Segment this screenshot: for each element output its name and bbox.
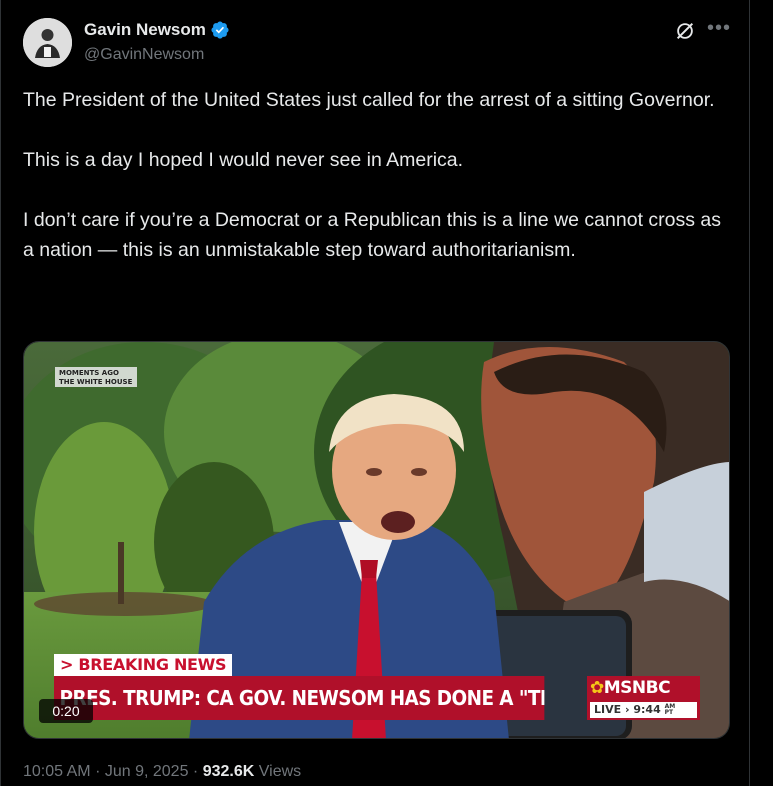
video-duration: 0:20 [39,699,93,723]
more-icon[interactable]: ••• [707,18,731,43]
grok-icon[interactable] [674,20,696,42]
live-time: 9:44 [633,703,661,716]
video-player[interactable]: MOMENTS AGO THE WHITE HOUSE > BREAKING N… [23,341,730,739]
live-indicator: LIVE › 9:44 AM PT [590,702,697,718]
network-name: MSNBC [603,678,671,698]
author-name[interactable]: Gavin Newsom [84,20,206,40]
location-tag-line: THE WHITE HOUSE [59,377,133,386]
author-handle[interactable]: @GavinNewsom [84,46,204,64]
author-name-row[interactable]: Gavin Newsom [84,20,230,40]
tweet-paragraph: I don’t care if you’re a Democrat or a R… [23,209,722,261]
msnbc-logo: ✿MSNBC [590,678,671,698]
tweet-meta: 10:05 AM · Jun 9, 2025 · 932.6K Views [23,763,301,781]
tweet-paragraph: This is a day I hoped I would never see … [23,149,464,171]
tweet-date[interactable]: Jun 9, 2025 [105,763,189,780]
avatar[interactable] [23,18,72,67]
meta-separator: · [95,763,101,780]
peacock-icon: ✿ [590,678,604,698]
live-label: LIVE [594,703,622,716]
live-time-suffix: AM PT [664,703,676,716]
verified-badge-icon [211,21,229,39]
tweet: Gavin Newsom @GavinNewsom ••• The Presid… [0,0,750,786]
tweet-time[interactable]: 10:05 AM [23,763,91,780]
breaking-news-label: > BREAKING NEWS [54,654,232,676]
location-tag: MOMENTS AGO THE WHITE HOUSE [55,367,137,387]
views-label: Views [258,763,302,780]
location-tag-line: MOMENTS AGO [59,369,119,377]
chyron-headline: PRES. TRUMP: CA GOV. NEWSOM HAS DONE A "… [54,676,545,720]
meta-separator: · [192,763,199,780]
tweet-paragraph: The President of the United States just … [23,89,715,111]
views-count[interactable]: 932.6K [203,763,255,780]
tweet-text: The President of the United States just … [23,85,728,295]
